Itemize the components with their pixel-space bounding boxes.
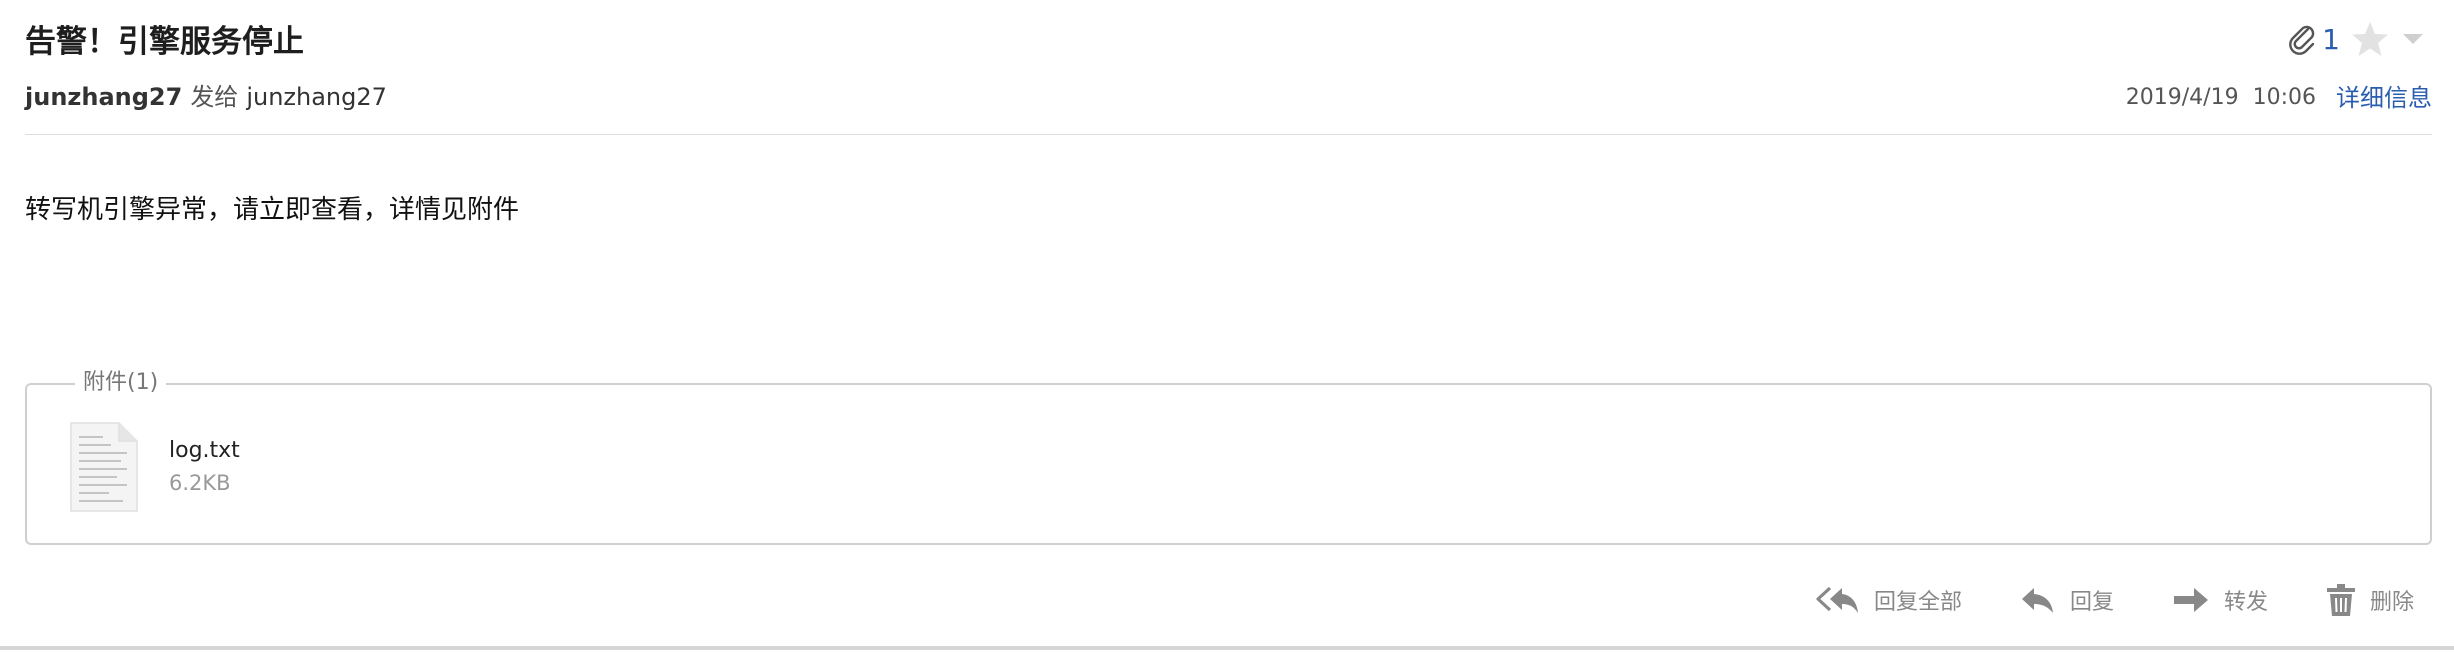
chevron-down-icon[interactable] [2400,29,2426,49]
reply-all-label: 回复全部 [1873,590,1962,615]
attachment-name[interactable]: log.txt [169,436,240,466]
reply-button[interactable]: 回复 [2020,584,2114,616]
sent-time: 10:06 [2252,85,2316,110]
email-body: 转写机引擎异常，请立即查看，详情见附件 [25,195,520,225]
forward-label: 转发 [2223,590,2268,615]
attachments-legend: 附件(1) [75,367,167,399]
reply-icon [2020,584,2056,616]
bottom-divider [0,646,2454,650]
reply-all-icon [1816,584,1860,616]
sender-name[interactable]: junzhang27 [25,83,182,111]
attachment-item[interactable]: log.txt 6.2KB [67,421,240,513]
attachment-size: 6.2KB [169,471,231,495]
sender-line: junzhang27 发给 junzhang27 [25,80,387,114]
email-view: 告警！引擎服务停止 1 junzhang27 发给 junzhang27 2019/… [0,0,2454,652]
forward-icon [2172,584,2210,616]
sent-to-label: 发给 [190,83,239,111]
header-divider [25,134,2432,135]
recipient-name[interactable]: junzhang27 [246,83,387,111]
attachment-info: log.txt 6.2KB [169,436,240,498]
reply-all-button[interactable]: 回复全部 [1816,584,1962,616]
star-icon[interactable] [2350,19,2390,59]
trash-icon [2326,583,2356,617]
sent-datetime: 2019/4/19 10:06 [2126,82,2316,114]
paperclip-icon [2288,23,2318,55]
delete-button[interactable]: 删除 [2326,583,2414,617]
reply-label: 回复 [2069,590,2114,615]
attachment-count: 1 [2322,22,2340,56]
delete-label: 删除 [2369,590,2414,615]
email-meta: 2019/4/19 10:06 详细信息 [2126,82,2432,114]
forward-button[interactable]: 转发 [2172,584,2268,616]
text-file-icon [67,421,139,513]
sent-date: 2019/4/19 [2125,85,2239,110]
attachments-panel: 附件(1) log.txt 6.2KB [25,367,2432,545]
attachment-count-button[interactable]: 1 [2288,23,2340,56]
email-subject: 告警！引擎服务停止 [25,24,304,60]
message-actions: 回复全部 回复 转发 删除 [1816,583,2414,617]
details-link[interactable]: 详细信息 [2336,82,2432,114]
header-actions: 1 [2288,18,2426,60]
